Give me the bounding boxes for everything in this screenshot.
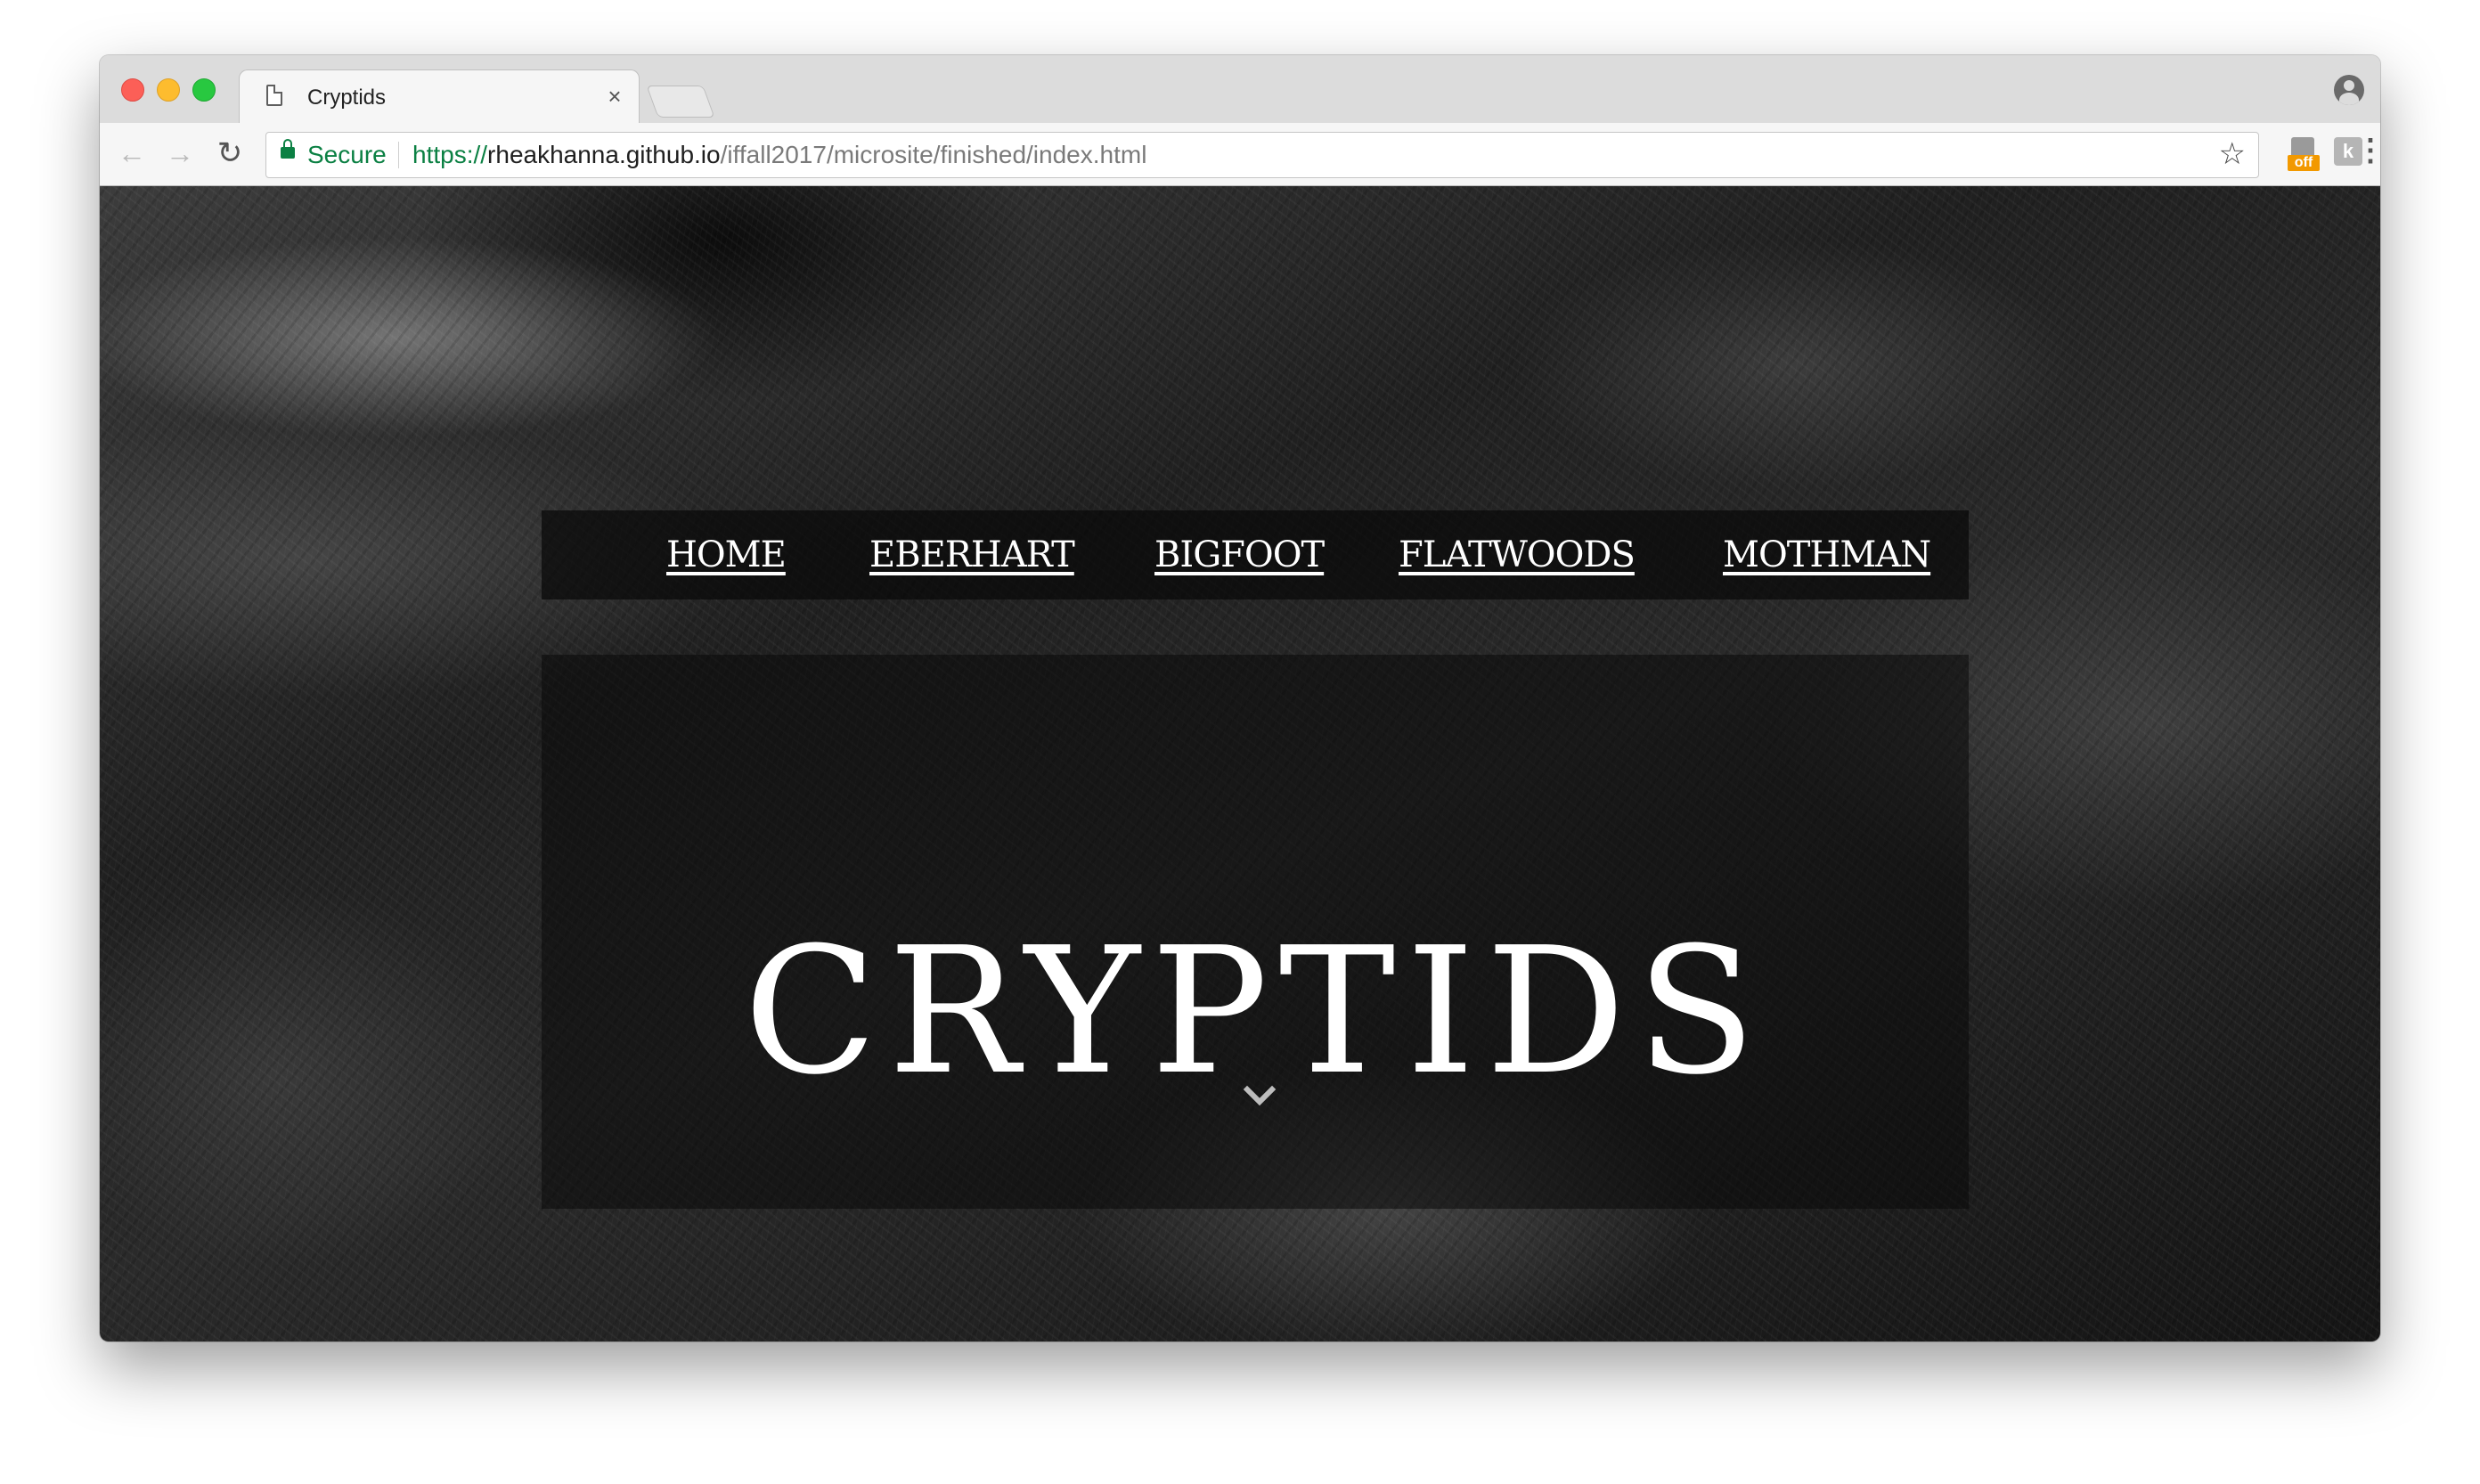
nav-link-eberhart[interactable]: EBERHART — [869, 532, 1075, 578]
page-viewport: HOME EBERHART BIGFOOT FLATWOODS MOTHMAN … — [100, 186, 2380, 1341]
close-window-button[interactable] — [121, 78, 144, 102]
url-path: /iffall2017/microsite/finished/index.htm… — [720, 141, 1147, 168]
extension-cup-icon — [2291, 137, 2314, 157]
minimize-window-button[interactable] — [157, 78, 180, 102]
chevron-down-icon[interactable] — [1242, 1079, 1277, 1114]
secure-label[interactable]: Secure — [307, 142, 387, 168]
bookmark-star-icon[interactable]: ☆ — [2219, 138, 2246, 170]
back-arrow-icon[interactable]: ← — [114, 135, 150, 171]
menu-icon[interactable]: ⋮ — [2355, 135, 2380, 171]
new-tab-button[interactable] — [646, 86, 715, 118]
lock-icon — [281, 139, 295, 159]
forward-arrow-icon[interactable]: → — [162, 135, 198, 171]
tab-close-icon[interactable]: × — [601, 83, 628, 110]
address-bar[interactable]: Secure https://rheakhanna.github.io/iffa… — [265, 132, 2259, 178]
extension-off-badge: off — [2288, 155, 2320, 171]
reload-icon[interactable]: ↻ — [212, 135, 248, 171]
nav-link-bigfoot[interactable]: BIGFOOT — [1154, 532, 1325, 578]
browser-toolbar: ← → ↻ Secure https://rheakhanna.github.i… — [100, 123, 2380, 186]
nav-link-mothman[interactable]: MOTHMAN — [1723, 532, 1931, 578]
extension-off-icon[interactable]: off — [2288, 135, 2320, 171]
url-host: rheakhanna.github.io — [487, 141, 721, 168]
nav-link-home[interactable]: HOME — [666, 532, 787, 578]
profile-icon[interactable] — [2334, 75, 2364, 105]
zoom-window-button[interactable] — [192, 78, 216, 102]
page-icon — [266, 85, 282, 106]
hero-panel: CRYPTIDS — [542, 655, 1969, 1209]
tab-title: Cryptids — [307, 86, 387, 110]
browser-window: Cryptids × ← → ↻ Secure https://rheakhan… — [100, 55, 2380, 1341]
url-text[interactable]: https://rheakhanna.github.io/iffall2017/… — [412, 142, 1146, 168]
address-separator — [398, 142, 399, 168]
nav-link-flatwoods[interactable]: FLATWOODS — [1399, 532, 1636, 578]
url-scheme: https:// — [412, 141, 488, 168]
tab-strip: Cryptids × — [100, 55, 2380, 126]
site-navbar: HOME EBERHART BIGFOOT FLATWOODS MOTHMAN — [542, 510, 1969, 599]
tab-cryptids[interactable]: Cryptids × — [239, 69, 640, 126]
